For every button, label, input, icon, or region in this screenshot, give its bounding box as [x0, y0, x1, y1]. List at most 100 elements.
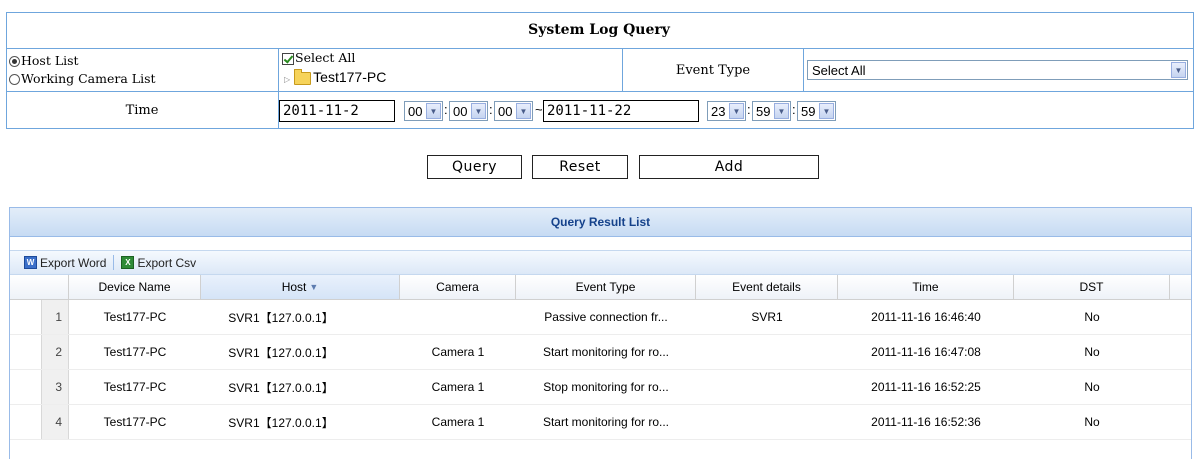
column-header-device-name[interactable]: Device Name	[69, 275, 201, 299]
tree-node-label: Test177-PC	[313, 69, 387, 85]
column-header-camera[interactable]: Camera	[400, 275, 516, 299]
column-header-time[interactable]: Time	[838, 275, 1014, 299]
column-header-host-label: Host	[281, 280, 307, 294]
cell-time: 2011-11-16 16:46:40	[871, 310, 981, 324]
end-second-select[interactable]: 59 ▼	[797, 101, 836, 121]
form-title: System Log Query	[528, 22, 670, 38]
end-hour-select[interactable]: 23 ▼	[707, 101, 746, 121]
cell-dst: No	[1084, 415, 1100, 429]
toolbar-separator	[113, 255, 115, 270]
event-type-value: Select All	[812, 62, 866, 78]
event-type-label: Event Type	[675, 62, 751, 78]
chevron-down-icon[interactable]: ▼	[774, 103, 789, 119]
cell-device: Test177-PC	[103, 380, 167, 394]
cell-event-details	[696, 405, 838, 439]
cell-event-type: Start monitoring for ro...	[542, 345, 670, 359]
form-divider	[803, 48, 804, 92]
radio-unselected-icon[interactable]	[9, 74, 20, 85]
cell-event-type: Passive connection fr...	[544, 310, 668, 324]
cell-event-type: Start monitoring for ro...	[542, 415, 670, 429]
cell-device: Test177-PC	[103, 345, 167, 359]
row-number: 2	[41, 335, 69, 369]
cell-host: SVR1【127.0.0.1】	[228, 310, 334, 325]
chevron-down-icon[interactable]: ▼	[1171, 62, 1186, 78]
column-header-event-details[interactable]: Event details	[696, 275, 838, 299]
cell-camera	[400, 300, 516, 334]
table-row[interactable]: 1 Test177-PC SVR1【127.0.0.1】 Passive con…	[10, 300, 1191, 335]
sort-descending-icon: ▼	[309, 282, 319, 292]
tree-node[interactable]: ▷ Test177-PC	[282, 68, 387, 85]
select-all-label: Select All	[295, 50, 356, 65]
query-button[interactable]: Query	[427, 155, 522, 179]
cell-time: 2011-11-16 16:52:36	[871, 415, 981, 429]
chevron-down-icon[interactable]: ▼	[516, 103, 531, 119]
row-number: 4	[41, 405, 69, 439]
time-colon: :	[747, 102, 751, 117]
query-form: System Log Query Host List Working Camer…	[6, 12, 1194, 129]
grid-title: Query Result List	[10, 208, 1191, 237]
radio-working-camera-list[interactable]: Working Camera List	[9, 71, 156, 86]
time-colon: :	[444, 102, 448, 117]
start-minute-select[interactable]: 00 ▼	[449, 101, 488, 121]
table-row[interactable]: 3 Test177-PC SVR1【127.0.0.1】 Camera 1 St…	[10, 370, 1191, 405]
form-divider	[6, 48, 1194, 49]
folder-icon	[294, 68, 312, 85]
cell-camera: Camera 1	[431, 345, 485, 359]
end-minute-select[interactable]: 59 ▼	[752, 101, 791, 121]
row-number: 3	[41, 370, 69, 404]
select-all-checkbox[interactable]: Select All	[282, 50, 355, 65]
start-second-select[interactable]: 00 ▼	[494, 101, 533, 121]
export-word-label: Export Word	[40, 255, 107, 270]
end-second-value: 59	[801, 103, 816, 119]
cell-dst: No	[1084, 345, 1100, 359]
chevron-down-icon[interactable]: ▼	[729, 103, 744, 119]
chevron-down-icon[interactable]: ▼	[471, 103, 486, 119]
cell-host: SVR1【127.0.0.1】	[228, 415, 334, 430]
column-header-event-type[interactable]: Event Type	[516, 275, 696, 299]
end-minute-value: 59	[756, 103, 771, 119]
time-label: Time	[125, 102, 159, 118]
cell-camera: Camera 1	[431, 380, 485, 394]
checkbox-checked-icon[interactable]	[282, 52, 294, 65]
cell-event-type: Stop monitoring for ro...	[543, 380, 669, 394]
cell-device: Test177-PC	[103, 415, 167, 429]
row-number: 1	[41, 300, 69, 334]
excel-spreadsheet-icon: X	[121, 256, 135, 269]
radio-host-list[interactable]: Host List	[9, 53, 79, 68]
chevron-down-icon[interactable]: ▼	[819, 103, 834, 119]
cell-host: SVR1【127.0.0.1】	[228, 345, 334, 360]
radio-selected-icon[interactable]	[9, 56, 20, 67]
tree-expand-arrow-icon[interactable]: ▷	[284, 75, 290, 84]
grid-toolbar: W Export Word X Export Csv	[10, 250, 1191, 275]
word-document-icon: W	[24, 256, 37, 269]
end-hour-value: 23	[711, 103, 726, 119]
cell-device: Test177-PC	[103, 310, 167, 324]
row-number-header	[10, 275, 69, 299]
start-date-input[interactable]: 2011-11-2	[279, 100, 395, 122]
cell-dst: No	[1084, 380, 1100, 394]
start-hour-select[interactable]: 00 ▼	[404, 101, 443, 121]
start-hour-value: 00	[408, 103, 423, 119]
cell-event-details	[696, 370, 838, 404]
time-colon: :	[792, 102, 796, 117]
end-date-input[interactable]: 2011-11-22	[543, 100, 699, 122]
column-header-host[interactable]: Host ▼	[201, 275, 400, 299]
reset-button[interactable]: Reset	[532, 155, 628, 179]
radio-label: Host List	[21, 53, 79, 68]
cell-event-details	[696, 335, 838, 369]
export-csv-button[interactable]: X Export Csv	[121, 256, 196, 270]
chevron-down-icon[interactable]: ▼	[426, 103, 441, 119]
event-type-select[interactable]: Select All ▼	[807, 60, 1188, 80]
add-button[interactable]: Add	[639, 155, 819, 179]
start-second-value: 00	[498, 103, 513, 119]
grid-header-row: Device Name Host ▼ Camera Event Type Even…	[10, 275, 1191, 300]
range-separator: ~	[535, 102, 543, 117]
export-word-button[interactable]: W Export Word	[24, 256, 106, 270]
radio-label: Working Camera List	[21, 71, 156, 86]
cell-host: SVR1【127.0.0.1】	[228, 380, 334, 395]
column-header-dst[interactable]: DST	[1014, 275, 1170, 299]
table-row[interactable]: 4 Test177-PC SVR1【127.0.0.1】 Camera 1 St…	[10, 405, 1191, 440]
time-colon: :	[489, 102, 493, 117]
cell-time: 2011-11-16 16:47:08	[871, 345, 981, 359]
table-row[interactable]: 2 Test177-PC SVR1【127.0.0.1】 Camera 1 St…	[10, 335, 1191, 370]
